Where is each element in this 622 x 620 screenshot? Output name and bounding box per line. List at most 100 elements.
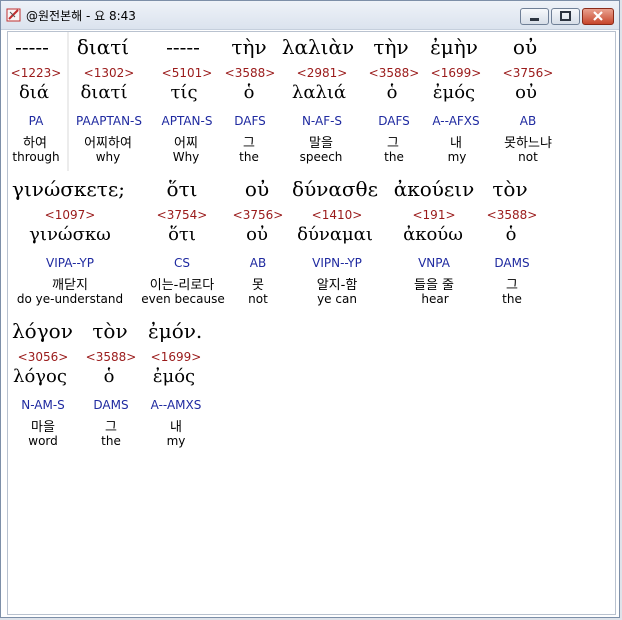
greek-surface-word[interactable]: γινώσκετε; — [12, 177, 125, 201]
parsing-code[interactable]: A--AFXS — [432, 114, 479, 128]
strong-number[interactable]: <1223> — [11, 66, 62, 80]
greek-surface-word[interactable]: ἐμὴν — [430, 35, 478, 59]
window-title: @원전본해 - 요 8:43 — [26, 9, 136, 23]
parsing-code[interactable]: PAAPTAN-S — [76, 114, 142, 128]
strong-number[interactable]: <5101> — [162, 66, 213, 80]
english-gloss: speech — [299, 150, 343, 164]
strong-number[interactable]: <1097> — [45, 208, 96, 222]
greek-lemma[interactable]: ἐμός — [433, 82, 475, 103]
greek-lemma[interactable]: γινώσκω — [29, 224, 111, 245]
title-bar[interactable]: @원전본해 - 요 8:43 — [1, 1, 619, 30]
greek-lemma[interactable]: ὁ — [387, 82, 398, 103]
greek-surface-word[interactable]: ἀκούειν — [394, 177, 475, 201]
minimize-icon — [530, 18, 539, 21]
greek-lemma[interactable]: οὐ — [515, 82, 537, 103]
greek-surface-word[interactable]: τὴν — [231, 35, 266, 59]
selection-divider — [67, 32, 69, 171]
english-gloss: my — [166, 434, 186, 448]
parsing-code[interactable]: AB — [250, 256, 266, 270]
greek-surface-word[interactable]: ----- — [166, 35, 200, 59]
greek-lemma[interactable]: ἐμός — [153, 366, 195, 387]
strong-number[interactable]: <1410> — [312, 208, 363, 222]
parsing-code[interactable]: A--AMXS — [151, 398, 202, 412]
parsing-code[interactable]: DAMS — [93, 398, 128, 412]
korean-gloss: 못하느냐 — [504, 136, 552, 151]
greek-lemma[interactable]: λαλιά — [292, 82, 346, 103]
greek-surface-word[interactable]: ----- — [15, 35, 49, 59]
greek-lemma[interactable]: ὅτι — [168, 224, 196, 245]
korean-gloss: 그 — [506, 278, 518, 293]
strong-number[interactable]: <3588> — [487, 208, 538, 222]
english-gloss: my — [447, 150, 467, 164]
korean-gloss: 말을 — [309, 136, 333, 151]
english-gloss: do ye-understand — [16, 292, 124, 306]
greek-surface-word[interactable]: ἐμόν. — [148, 319, 202, 343]
greek-lemma[interactable]: διατί — [80, 82, 127, 103]
parsing-code[interactable]: VIPA--YP — [46, 256, 94, 270]
close-button[interactable] — [582, 8, 614, 25]
strong-number[interactable]: <3056> — [18, 350, 69, 364]
korean-gloss: 마을 — [31, 420, 55, 435]
greek-lemma[interactable]: ὁ — [244, 82, 255, 103]
greek-surface-word[interactable]: οὐ — [513, 35, 537, 59]
app-window: @원전본해 - 요 8:43 ----- <1223> διά PA 하여 th… — [0, 0, 620, 618]
greek-surface-word[interactable]: τὸν — [92, 319, 127, 343]
english-gloss: why — [95, 150, 121, 164]
greek-lemma[interactable]: ὁ — [506, 224, 517, 245]
korean-gloss: 내 — [170, 420, 182, 435]
strong-number[interactable]: <2981> — [297, 66, 348, 80]
english-gloss: Why — [172, 150, 200, 164]
english-gloss: hear — [421, 292, 449, 306]
greek-surface-word[interactable]: λαλιὰν — [282, 35, 354, 59]
greek-surface-word[interactable]: δύνασθε — [292, 177, 378, 201]
korean-gloss: 그 — [243, 136, 255, 151]
greek-surface-word[interactable]: διατί — [77, 35, 129, 59]
parsing-code[interactable]: DAFS — [234, 114, 266, 128]
greek-lemma[interactable]: δύναμαι — [297, 224, 373, 245]
minimize-button[interactable] — [520, 8, 549, 25]
strong-number[interactable]: <191> — [412, 208, 455, 222]
strong-number[interactable]: <3754> — [157, 208, 208, 222]
korean-gloss: 어찌 — [174, 136, 198, 151]
maximize-icon — [560, 11, 571, 21]
greek-surface-word[interactable]: τὴν — [373, 35, 408, 59]
english-gloss: not — [518, 150, 538, 164]
parsing-code[interactable]: AB — [520, 114, 536, 128]
greek-lemma[interactable]: λόγος — [13, 366, 67, 387]
korean-gloss: 이는-리로다 — [149, 278, 215, 293]
strong-number[interactable]: <3588> — [225, 66, 276, 80]
strong-number[interactable]: <3588> — [369, 66, 420, 80]
parsing-code[interactable]: N-AF-S — [302, 114, 342, 128]
parsing-code[interactable]: APTAN-S — [162, 114, 213, 128]
strong-number[interactable]: <1699> — [151, 350, 202, 364]
parsing-code[interactable]: DAMS — [494, 256, 529, 270]
maximize-button[interactable] — [551, 8, 580, 25]
close-icon — [593, 11, 603, 21]
parsing-code[interactable]: DAFS — [378, 114, 410, 128]
parsing-code[interactable]: N-AM-S — [21, 398, 65, 412]
strong-number[interactable]: <3756> — [503, 66, 554, 80]
parsing-code[interactable]: VNPA — [418, 256, 450, 270]
greek-surface-word[interactable]: τὸν — [492, 177, 527, 201]
strong-number[interactable]: <3756> — [233, 208, 284, 222]
app-icon — [6, 7, 22, 23]
greek-lemma[interactable]: τίς — [170, 82, 197, 103]
strong-number[interactable]: <1699> — [431, 66, 482, 80]
strong-number[interactable]: <3588> — [86, 350, 137, 364]
greek-lemma[interactable]: οὐ — [246, 224, 268, 245]
english-gloss: the — [384, 150, 404, 164]
korean-gloss: 들을 줄 — [413, 278, 455, 293]
greek-surface-word[interactable]: ὅτι — [167, 177, 198, 201]
greek-surface-word[interactable]: οὐ — [245, 177, 269, 201]
korean-gloss: 내 — [450, 136, 462, 151]
korean-gloss: 못 — [252, 278, 264, 293]
parsing-code[interactable]: CS — [174, 256, 190, 270]
interlinear-panel[interactable]: ----- <1223> διά PA 하여 through διατί <13… — [7, 31, 616, 615]
greek-lemma[interactable]: ἀκούω — [403, 224, 463, 245]
greek-surface-word[interactable]: λόγον — [12, 319, 73, 343]
parsing-code[interactable]: PA — [29, 114, 44, 128]
strong-number[interactable]: <1302> — [84, 66, 135, 80]
parsing-code[interactable]: VIPN--YP — [312, 256, 362, 270]
greek-lemma[interactable]: διά — [19, 82, 49, 103]
greek-lemma[interactable]: ὁ — [104, 366, 115, 387]
